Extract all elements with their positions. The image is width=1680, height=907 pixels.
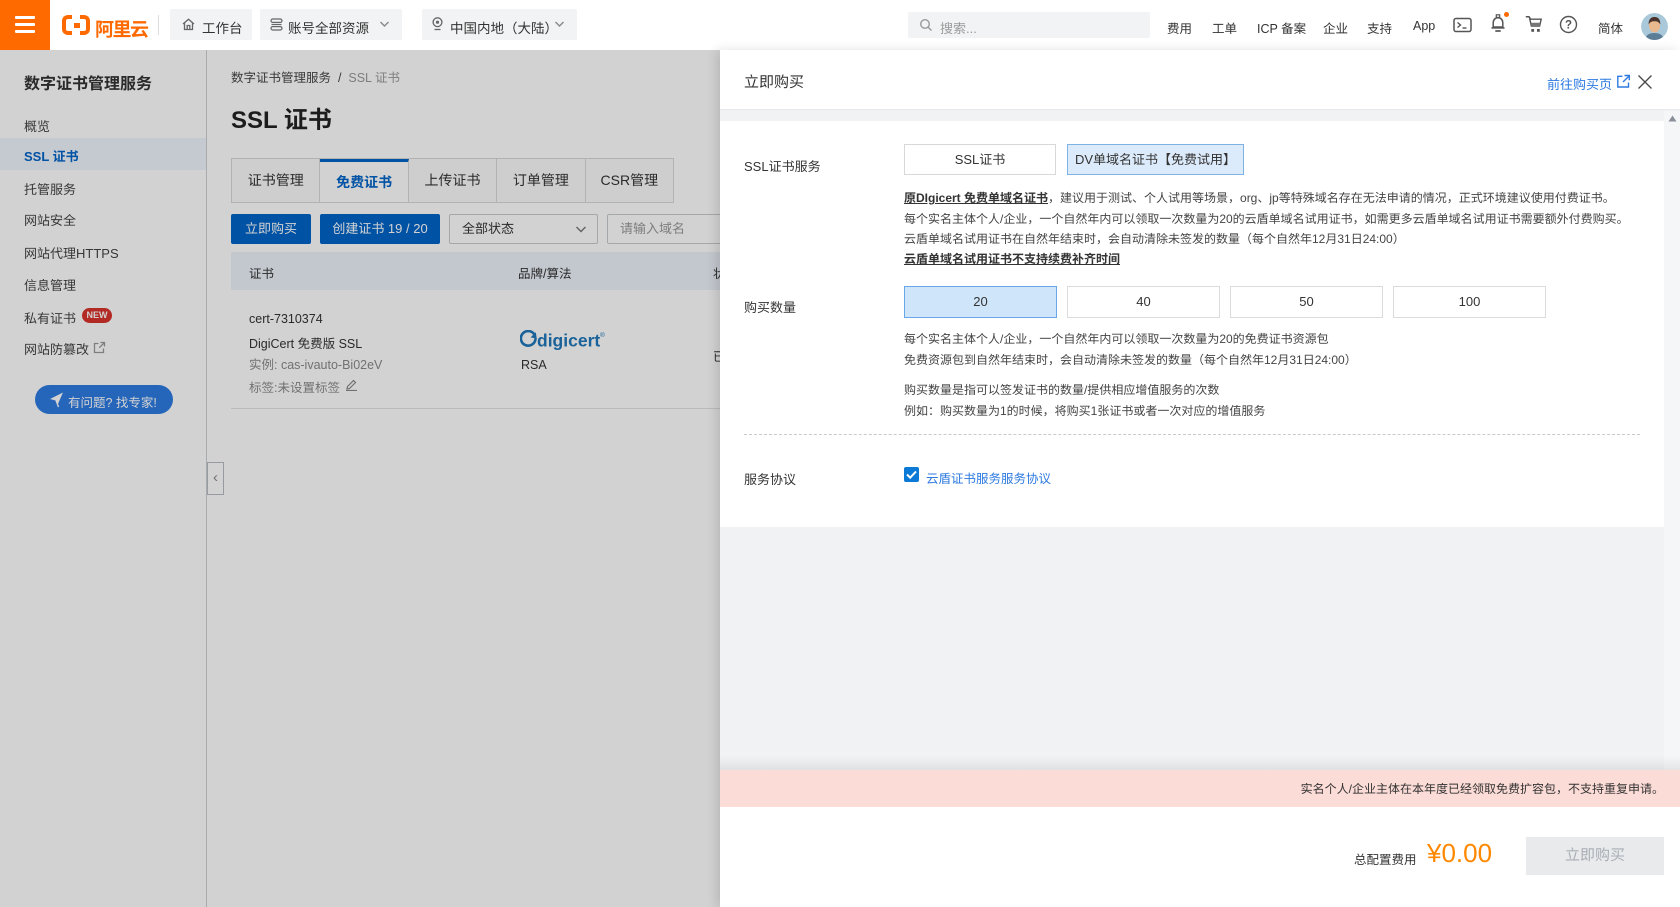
svg-text:?: ? xyxy=(1565,20,1572,32)
